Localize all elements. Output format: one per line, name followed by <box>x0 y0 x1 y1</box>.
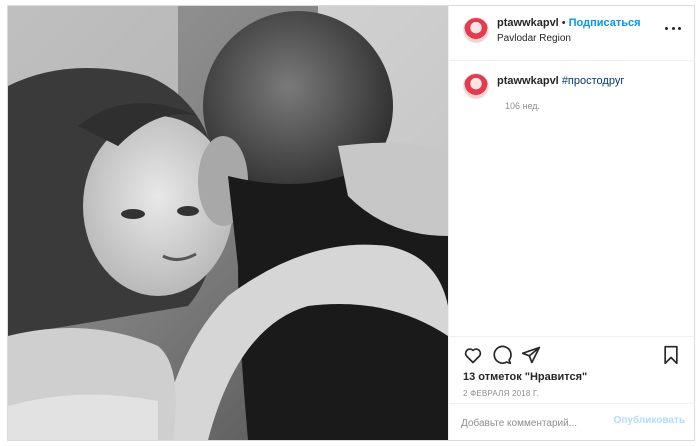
likes-count[interactable]: 13 отметок "Нравится" <box>463 371 587 383</box>
photo-image <box>8 6 448 440</box>
location-link[interactable]: Pavlodar Region <box>497 33 571 44</box>
bookmark-icon[interactable] <box>661 345 681 365</box>
comment-icon[interactable] <box>492 345 512 365</box>
post-comment-button[interactable]: Опубликовать <box>614 415 685 426</box>
more-dot <box>678 26 681 30</box>
post-sidebar: ptawwkapvl • Подписаться Pavlodar Region p… <box>448 6 695 440</box>
user-avatar-icon[interactable] <box>463 17 489 43</box>
comment-bar: Опубликовать <box>449 403 695 441</box>
header-username-line: ptawwkapvl • Подписаться <box>497 17 641 29</box>
post-window: ptawwkapvl • Подписаться Pavlodar Region p… <box>7 5 695 441</box>
caption-hashtag[interactable]: #простодруг <box>562 75 625 87</box>
caption-avatar-icon[interactable] <box>463 73 489 99</box>
heart-icon[interactable] <box>463 345 483 365</box>
post-photo[interactable] <box>8 6 448 440</box>
post-header: ptawwkapvl • Подписаться Pavlodar Region <box>449 6 695 61</box>
more-options-icon[interactable] <box>665 24 681 32</box>
share-icon[interactable] <box>521 345 541 365</box>
caption-time: 106 нед. <box>505 101 541 111</box>
comment-input[interactable] <box>459 413 613 433</box>
caption-text: ptawwkapvl #простодруг <box>497 75 624 87</box>
more-dot <box>665 26 668 30</box>
more-dot <box>671 26 675 30</box>
header-username[interactable]: ptawwkapvl <box>497 17 559 29</box>
caption-username[interactable]: ptawwkapvl <box>497 75 559 87</box>
header-separator: • <box>561 17 566 29</box>
follow-button[interactable]: Подписаться <box>569 17 641 29</box>
post-date: 2 ФЕВРАЛЯ 2018 Г. <box>463 389 539 398</box>
action-bar <box>449 336 695 373</box>
